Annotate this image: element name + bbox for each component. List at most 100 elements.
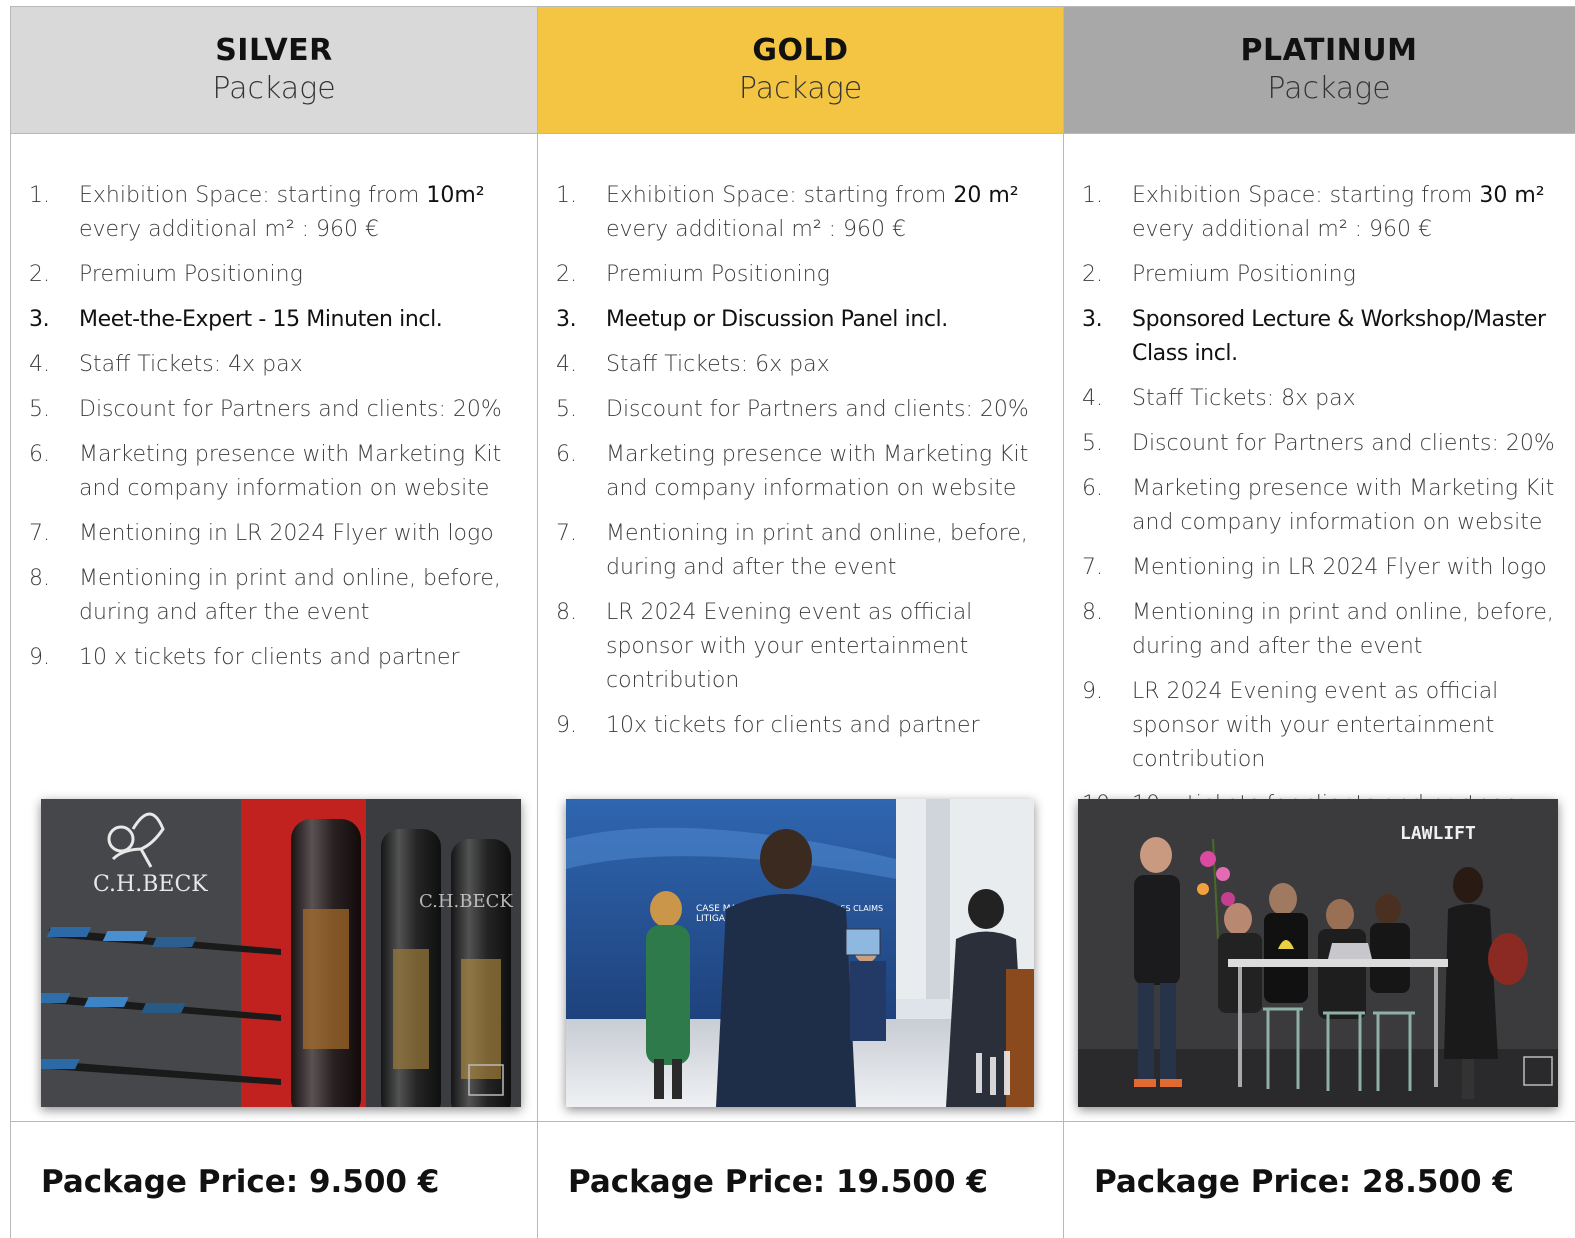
feature-number: 3. [556,307,577,332]
svg-text:C.H.BECK: C.H.BECK [419,891,513,912]
feature-text: Staff Tickets: 4x pax [79,352,303,377]
additional-price: every additional m² : 960 € [1132,217,1433,242]
feature-number: 3. [1082,307,1103,332]
package-price: Package Price: 9.500 € [41,1164,440,1200]
feature-item: 6. Marketing presence with Marketing Kit … [1082,472,1575,540]
feature-number: 5. [556,397,577,422]
platinum-booth-photo: LAWLIFT [1078,799,1558,1107]
feature-number: 4. [1082,386,1103,411]
feature-item: 8. Mentioning in print and online, before… [29,562,531,630]
gold-booth-photo: CASE MA LITIGA MASS CLAIMS [566,799,1034,1107]
feature-item: 5. Discount for Partners and clients: 20% [29,393,531,427]
feature-text: Sponsored Lecture & Workshop/Master Clas… [1132,307,1546,366]
svg-text:LAWLIFT: LAWLIFT [1400,823,1476,844]
feature-text: Marketing presence with Marketing Kit an… [79,442,502,501]
feature-number: 3. [29,307,50,332]
silver-package-header: SILVER Package [11,7,537,134]
feature-item: 5. Discount for Partners and clients: 20% [1082,427,1575,461]
feature-item: 7. Mentioning in print and online, before… [556,517,1057,585]
feature-number: 4. [556,352,577,377]
feature-text: Discount for Partners and clients: 20% [606,397,1029,422]
feature-text: Premium Positioning [79,262,303,287]
feature-number: 5. [1082,431,1103,456]
booth-photo-image: CASE MA LITIGA MASS CLAIMS [566,799,1034,1107]
feature-text: Mentioning in LR 2024 Flyer with logo [79,521,494,546]
feature-text: Discount for Partners and clients: 20% [79,397,502,422]
feature-number: 9. [29,645,50,670]
feature-text: 10x tickets for clients and partner [606,713,980,738]
package-title: GOLD [752,33,849,68]
feature-item: 6. Marketing presence with Marketing Kit … [29,438,531,506]
feature-text: Discount for Partners and clients: 20% [1132,431,1555,456]
feature-item: 9. 10x tickets for clients and partner [556,709,1057,743]
feature-text-prefix: Exhibition Space: starting from [1132,183,1480,208]
feature-text: Staff Tickets: 6x pax [606,352,830,377]
feature-text: Marketing presence with Marketing Kit an… [606,442,1029,501]
feature-item: 4. Staff Tickets: 8x pax [1082,382,1575,416]
feature-item: 1. Exhibition Space: starting from 10m² ev… [29,179,531,247]
feature-list: 1. Exhibition Space: starting from 20 m² e… [556,179,1057,754]
package-comparison-table: SILVER Package 1. Exhibition Space: start… [10,6,1575,1238]
feature-text: Exhibition Space: starting from 10m² ever… [79,179,531,247]
feature-item: 8. Mentioning in print and online, before… [1082,596,1575,664]
gold-package-column: GOLD Package 1. Exhibition Space: startin… [538,7,1064,1238]
feature-number: 7. [1082,555,1103,580]
package-subtitle: Package [212,71,336,106]
feature-text: Premium Positioning [1132,262,1356,287]
feature-text: Staff Tickets: 8x pax [1132,386,1356,411]
feature-item: 7. Mentioning in LR 2024 Flyer with logo [29,517,531,551]
glasses [976,1051,1010,1095]
dispenser-tubes [291,819,511,1107]
booth-photo-image: LAWLIFT [1078,799,1558,1107]
price-row: Package Price: 28.500 € [1064,1121,1575,1238]
feature-item: 2. Premium Positioning [556,258,1057,292]
feature-text: Mentioning in print and online, before, … [79,566,501,625]
additional-price: every additional m² : 960 € [79,217,380,242]
additional-price: every additional m² : 960 € [606,217,907,242]
feature-number: 1. [556,183,577,208]
platinum-package-column: PLATINUM Package 1. Exhibition Space: sta… [1064,7,1575,1238]
feature-item: 5. Discount for Partners and clients: 20% [556,393,1057,427]
feature-number: 2. [556,262,577,287]
feature-text: Marketing presence with Marketing Kit an… [1132,476,1555,535]
feature-text: LR 2024 Evening event as official sponso… [606,600,973,693]
platinum-package-header: PLATINUM Package [1064,7,1575,134]
feature-text: 10 x tickets for clients and partner [79,645,460,670]
feature-number: 1. [29,183,50,208]
feature-item: 1. Exhibition Space: starting from 20 m² e… [556,179,1057,247]
exhibition-size: 30 m² [1479,183,1545,208]
feature-number: 6. [556,442,577,467]
gold-package-header: GOLD Package [538,7,1063,134]
feature-item: 8. LR 2024 Evening event as official spon… [556,596,1057,698]
exhibition-size: 10m² [426,183,485,208]
feature-text: Meet-the-Expert - 15 Minuten incl. [79,307,443,332]
feature-list: 1. Exhibition Space: starting from 10m² ev… [29,179,531,686]
feature-item: 6. Marketing presence with Marketing Kit … [556,438,1057,506]
feature-item: 2. Premium Positioning [29,258,531,292]
feature-number: 4. [29,352,50,377]
package-title: PLATINUM [1240,33,1418,68]
feature-text: Premium Positioning [606,262,830,287]
price-row: Package Price: 19.500 € [538,1121,1063,1238]
silver-package-column: SILVER Package 1. Exhibition Space: start… [11,7,538,1238]
feature-item: 4. Staff Tickets: 4x pax [29,348,531,382]
feature-item: 3. Sponsored Lecture & Workshop/Master Cl… [1082,303,1575,371]
package-price: Package Price: 19.500 € [568,1164,988,1200]
package-subtitle: Package [1267,71,1391,106]
booth-photo-image: C.H.BECK C.H.BECK [41,799,521,1107]
feature-item: 7. Mentioning in LR 2024 Flyer with logo [1082,551,1575,585]
package-subtitle: Package [738,71,863,106]
feature-number: 8. [1082,600,1103,625]
exhibition-size: 20 m² [953,183,1019,208]
feature-number: 7. [29,521,50,546]
feature-item: 4. Staff Tickets: 6x pax [556,348,1057,382]
feature-text: Exhibition Space: starting from 20 m² eve… [606,179,1057,247]
photo-sign-text: C.H.BECK [93,872,208,897]
feature-number: 9. [556,713,577,738]
feature-number: 2. [1082,262,1103,287]
feature-number: 7. [556,521,577,546]
silver-booth-photo: C.H.BECK C.H.BECK [41,799,521,1107]
feature-text: Meetup or Discussion Panel incl. [606,307,948,332]
feature-item: 3. Meetup or Discussion Panel incl. [556,303,1057,337]
package-price: Package Price: 28.500 € [1094,1164,1514,1200]
